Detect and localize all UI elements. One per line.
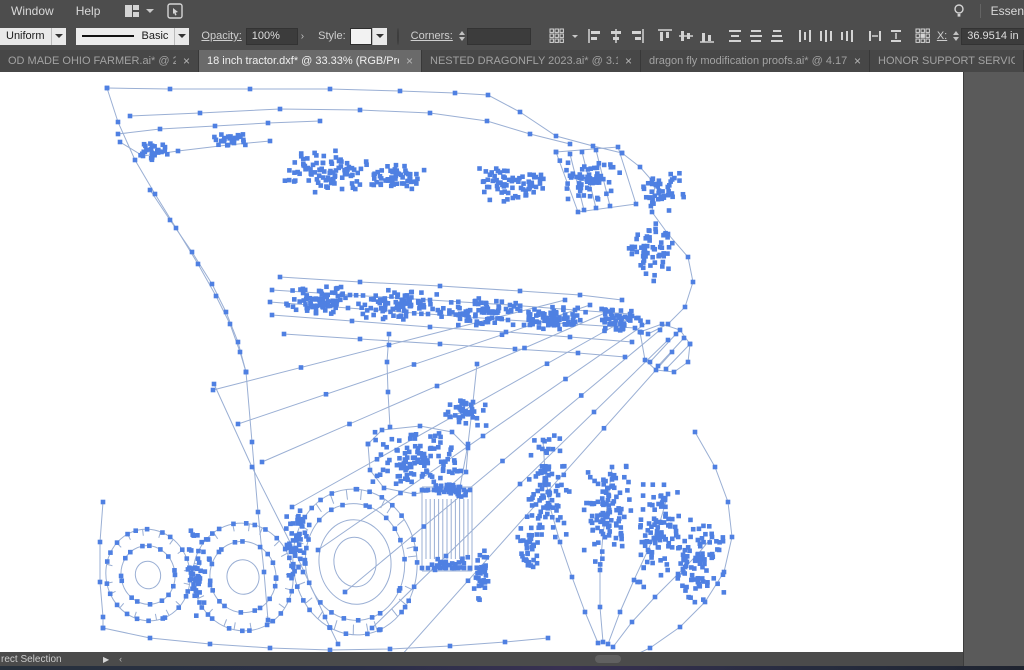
workspace-name-label[interactable]: Essen bbox=[991, 4, 1024, 18]
close-icon[interactable]: × bbox=[183, 54, 190, 68]
document-tab-bar: OD MADE OHIO FARMER.ai* @ 25% (RGB/...× … bbox=[0, 50, 1024, 72]
artboard-canvas[interactable] bbox=[0, 72, 963, 652]
distribute-vertical-group bbox=[725, 28, 788, 44]
document-grid-icon[interactable] bbox=[549, 28, 566, 44]
taskbar-edge-strip bbox=[0, 666, 1024, 670]
touch-workspace-icon bbox=[166, 3, 183, 19]
status-bar: rect Selection ▶ ‹ bbox=[0, 652, 963, 666]
x-stepper[interactable] bbox=[953, 31, 959, 41]
menu-help[interactable]: Help bbox=[65, 0, 112, 22]
align-group bbox=[585, 28, 648, 44]
tab-18-inch-tractor[interactable]: 18 inch tractor.dxf* @ 33.33% (RGB/Previ… bbox=[199, 50, 422, 72]
x-field[interactable]: 36.9514 in bbox=[961, 28, 1024, 45]
current-tool-indicator[interactable]: rect Selection bbox=[0, 652, 89, 666]
touch-workspace-button[interactable] bbox=[164, 3, 185, 19]
align-right-icon[interactable] bbox=[629, 28, 646, 44]
distribute-left-icon[interactable] bbox=[797, 28, 814, 44]
distribute-h-center-icon[interactable] bbox=[818, 28, 835, 44]
align-h-center-icon[interactable] bbox=[608, 28, 625, 44]
chevron-down-icon bbox=[174, 28, 189, 45]
align-left-icon[interactable] bbox=[587, 28, 604, 44]
divider bbox=[980, 4, 981, 18]
close-icon[interactable]: × bbox=[854, 54, 861, 68]
corners-label[interactable]: Corners: bbox=[411, 30, 453, 42]
x-label: X: bbox=[937, 30, 947, 42]
workspace-switcher-icon bbox=[123, 3, 140, 19]
chevron-down-icon bbox=[51, 28, 66, 45]
discover-lightbulb-icon[interactable] bbox=[951, 3, 968, 19]
align-to-group bbox=[547, 28, 578, 44]
reference-point-icon[interactable] bbox=[915, 28, 931, 44]
distribute-v-spacing-icon[interactable] bbox=[888, 28, 905, 44]
distribute-v-center-icon[interactable] bbox=[748, 28, 765, 44]
menu-bar: Window Help Essen bbox=[0, 0, 1024, 23]
variable-width-select[interactable]: Uniform bbox=[0, 28, 66, 45]
horizontal-scrollbar-thumb[interactable] bbox=[595, 655, 621, 663]
align-v-center-icon[interactable] bbox=[678, 28, 695, 44]
style-label: Style: bbox=[318, 30, 346, 42]
corners-field[interactable] bbox=[467, 28, 531, 45]
control-options-bar: Uniform Basic Opacity: 100% › Style: Cor… bbox=[0, 22, 1024, 51]
distribute-horizontal-group bbox=[795, 28, 858, 44]
style-select[interactable] bbox=[346, 28, 387, 45]
tab-nested-dragonfly[interactable]: NESTED DRAGONFLY 2023.ai* @ 3.12% (RG...… bbox=[422, 50, 641, 72]
align-vertical-group bbox=[655, 28, 718, 44]
chevron-down-icon bbox=[372, 28, 387, 45]
tab-honor-support[interactable]: HONOR SUPPORT SERVICE.ai @ 8.33% (CMY bbox=[870, 50, 1024, 72]
status-expand-arrow-icon[interactable]: ▶ bbox=[103, 655, 109, 664]
opacity-menu-arrow[interactable]: › bbox=[301, 31, 304, 42]
close-icon[interactable]: × bbox=[625, 54, 632, 68]
chevron-down-icon bbox=[572, 35, 578, 38]
align-top-icon[interactable] bbox=[657, 28, 674, 44]
style-swatch bbox=[350, 28, 372, 45]
distribute-bottom-icon[interactable] bbox=[769, 28, 786, 44]
distribute-h-spacing-icon[interactable] bbox=[867, 28, 884, 44]
brush-definition-value: Basic bbox=[142, 30, 169, 42]
close-icon[interactable]: × bbox=[406, 54, 413, 68]
workspace-switcher[interactable] bbox=[121, 3, 154, 19]
corners-stepper[interactable] bbox=[459, 31, 465, 41]
scrollbar-left-arrow-icon[interactable]: ‹ bbox=[119, 654, 122, 664]
menu-window[interactable]: Window bbox=[0, 0, 65, 22]
opacity-field[interactable]: 100% bbox=[246, 28, 298, 45]
document-setup-globe-icon[interactable] bbox=[397, 28, 399, 45]
align-bottom-icon[interactable] bbox=[699, 28, 716, 44]
tab-dragonfly-proofs[interactable]: dragon fly modification proofs.ai* @ 4.1… bbox=[641, 50, 870, 72]
opacity-label[interactable]: Opacity: bbox=[201, 30, 241, 42]
chevron-down-icon bbox=[146, 9, 154, 13]
brush-definition-select[interactable]: Basic bbox=[66, 28, 190, 45]
variable-width-value: Uniform bbox=[0, 28, 51, 45]
panel-dock-gutter bbox=[963, 72, 1024, 666]
stroke-preview bbox=[82, 35, 134, 37]
tractor-wireframe-artwork[interactable] bbox=[0, 72, 963, 652]
distribute-top-icon[interactable] bbox=[727, 28, 744, 44]
distribute-right-icon[interactable] bbox=[839, 28, 856, 44]
distribute-spacing-group bbox=[865, 28, 907, 44]
tab-ohio-farmer[interactable]: OD MADE OHIO FARMER.ai* @ 25% (RGB/...× bbox=[0, 50, 199, 72]
